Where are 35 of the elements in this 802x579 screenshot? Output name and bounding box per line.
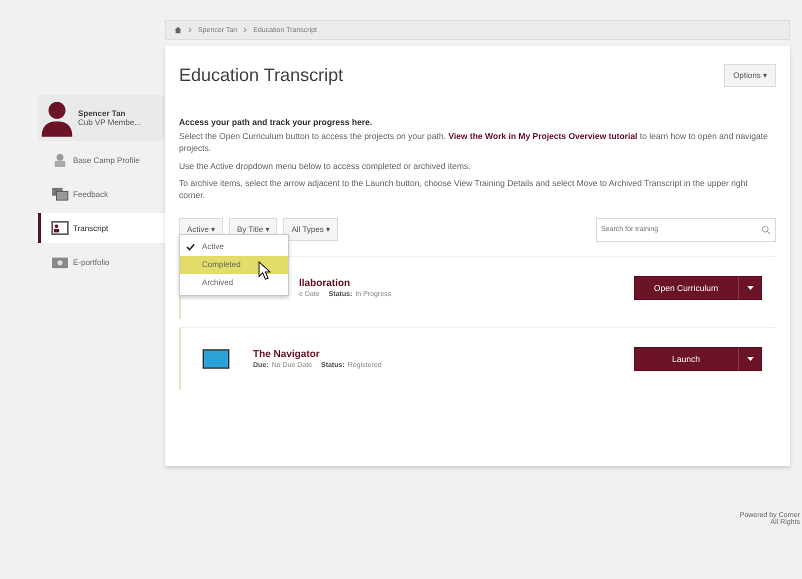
caret-icon [747, 286, 754, 290]
chevron-icon [243, 27, 248, 33]
page-title: Education Transcript [179, 65, 344, 86]
user-role: Cub VP Membe... [78, 118, 141, 127]
action-button[interactable]: Launch [634, 346, 738, 371]
home-icon[interactable] [174, 26, 182, 34]
caret-icon [747, 356, 754, 361]
monitors-icon [51, 187, 69, 201]
training-title[interactable]: The Navigator [253, 348, 634, 360]
user-name: Spencer Tan [78, 109, 126, 118]
menu-item[interactable]: Archived [180, 274, 288, 292]
profile-card[interactable]: Spencer Tan Cub VP Membe... [38, 95, 165, 141]
id-card-icon [51, 221, 69, 235]
action-button[interactable]: Open Curriculum [634, 276, 738, 300]
more-actions-button[interactable] [738, 346, 762, 371]
mouse-pointer-icon [258, 260, 271, 281]
camera-icon [51, 255, 69, 269]
checkmark-icon [186, 242, 195, 251]
options-button[interactable]: Options ▾ [724, 64, 776, 87]
menu-item[interactable]: Completed [180, 256, 288, 274]
intro-paragraph: To archive items, select the arrow adjacent to the Launch button, choose View Training Details and select Move to Archived Transcript in the upper right corner. [179, 176, 749, 202]
user-silhouette-icon [40, 99, 74, 137]
intro-paragraph: Use the Active dropdown menu below to access completed or archived items. [179, 160, 472, 172]
sidebar-item[interactable]: E-portfolio [38, 247, 165, 277]
intro-paragraph: Select the Open Curriculum button to access the projects on your path. View the Work in My Projects Overview tutorial to learn how to open and navigate projects. [179, 130, 769, 155]
filter-dropdown[interactable]: All Types ▾ [283, 218, 338, 242]
sidebar-item[interactable]: Base Camp Profile [38, 145, 165, 175]
chevron-icon [188, 27, 192, 33]
training-title[interactable]: llaboration [299, 278, 634, 289]
search-icon [761, 224, 771, 235]
more-actions-button[interactable] [738, 276, 762, 300]
monitor-icon [202, 348, 230, 369]
intro-heading: Access your path and track your progress here. [179, 117, 374, 127]
sidebar-item[interactable]: Feedback [38, 179, 165, 209]
sidebar-item[interactable]: Transcript [38, 213, 165, 243]
